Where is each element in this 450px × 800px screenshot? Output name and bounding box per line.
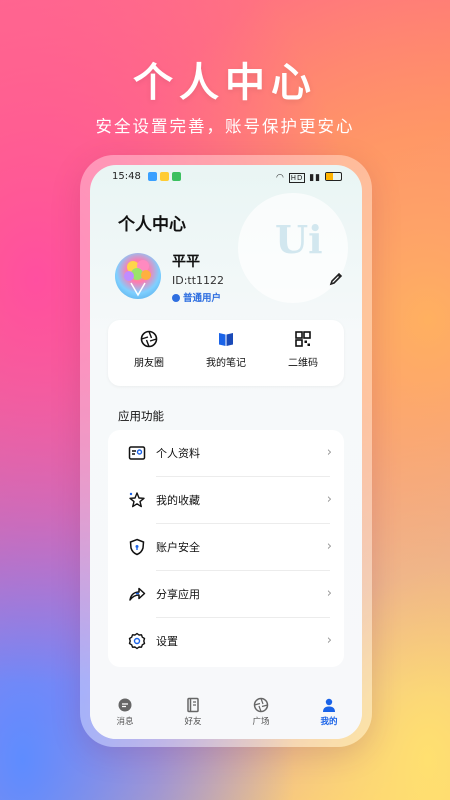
tab-plaza[interactable]: 广场 [231,697,291,727]
page-title: 个人中心 [118,215,186,235]
shield-icon [129,538,145,556]
menu-item-label: 我的收藏 [156,494,200,507]
hero-title: 个人中心 [133,60,317,106]
quick-action-label: 我的笔记 [206,358,246,369]
tab-label: 消息 [116,717,134,727]
app-functions-list: 个人资料 › 我的收藏 › 账户安全 › 分享应用 › 设置 › [108,430,344,667]
menu-item-label: 个人资料 [156,447,200,460]
gear-icon [128,632,146,650]
contacts-icon [187,697,199,713]
menu-item-settings[interactable]: 设置 › [108,618,344,665]
avatar[interactable] [115,253,161,299]
menu-item-label: 设置 [156,635,178,648]
signal-icon: ▮▮ [309,173,322,183]
menu-item-label: 账户安全 [156,541,200,554]
chevron-right-icon: › [326,492,332,507]
app-notification-icon [160,172,169,181]
quick-action-moments[interactable]: 朋友圈 [110,330,188,369]
aperture-icon [140,330,158,348]
share-icon [129,587,146,601]
chevron-right-icon: › [326,539,332,554]
tab-label: 广场 [252,717,270,727]
menu-item-share[interactable]: 分享应用 › [108,571,344,618]
qrcode-icon [295,331,311,347]
menu-item-label: 分享应用 [156,588,200,601]
wifi-icon: ◠ [275,173,285,183]
status-right: ◠ HD ▮▮ [276,171,342,183]
menu-item-favorites[interactable]: 我的收藏 › [108,477,344,524]
chevron-right-icon: › [326,445,332,460]
battery-icon [325,172,342,181]
menu-item-security[interactable]: 账户安全 › [108,524,344,571]
status-time: 15:48 [112,171,141,182]
bottom-tab-bar: 消息 好友 广场 我的 [90,689,362,739]
quick-actions-card: 朋友圈 我的笔记 二维码 [108,320,344,386]
menu-item-profile[interactable]: 个人资料 › [108,430,344,477]
app-notification-icon [172,172,181,181]
hd-badge: HD [288,173,306,183]
star-icon [129,492,145,508]
quick-action-notes[interactable]: 我的笔记 [187,330,265,369]
tab-friends[interactable]: 好友 [163,697,223,727]
hero-subtitle: 安全设置完善，账号保护更安心 [95,117,355,136]
app-notification-icon [148,172,157,181]
edit-icon[interactable] [328,271,344,287]
decorative-watermark: Ui [275,217,323,262]
quick-action-label: 朋友圈 [134,358,164,369]
message-icon [118,698,132,712]
chevron-right-icon: › [326,633,332,648]
badge-icon [172,294,180,302]
tab-label: 好友 [184,717,202,727]
profile-name: 平平 [172,254,200,270]
phone-screen: Ui 15:48 ◠ HD ▮▮ 个人中心 平平 ID:tt1122 普通用户 … [90,165,362,739]
person-icon [323,698,335,712]
quick-action-qrcode[interactable]: 二维码 [264,330,342,369]
tab-label: 我的 [320,717,338,727]
user-level-badge: 普通用户 [172,290,221,304]
profile-card-icon [128,446,146,460]
phone-frame: Ui 15:48 ◠ HD ▮▮ 个人中心 平平 ID:tt1122 普通用户 … [80,155,372,747]
profile-id: ID:tt1122 [172,274,225,287]
chevron-right-icon: › [326,586,332,601]
tab-messages[interactable]: 消息 [95,697,155,727]
aperture-icon [253,697,269,713]
section-title: 应用功能 [118,409,164,423]
tab-mine[interactable]: 我的 [299,697,359,727]
status-bar: 15:48 ◠ HD ▮▮ [90,165,362,187]
book-icon [219,333,233,346]
user-level-label: 普通用户 [183,293,222,304]
quick-action-label: 二维码 [288,358,318,369]
